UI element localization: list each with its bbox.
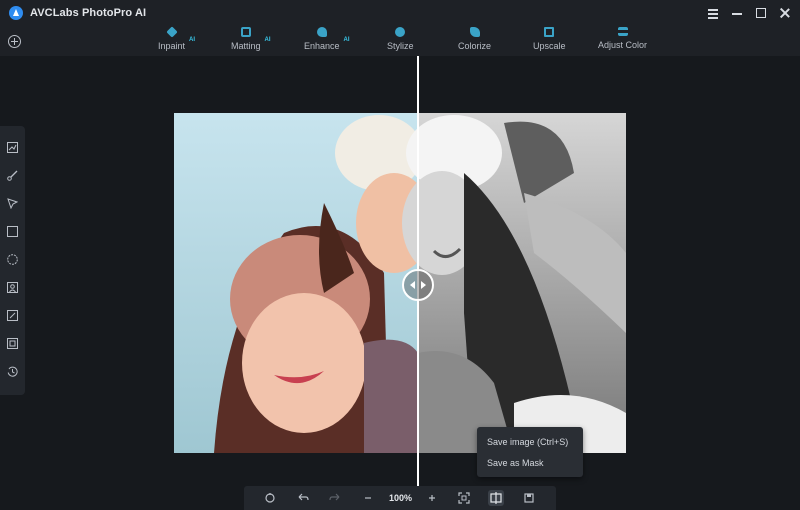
tab-colorize[interactable]: Colorize (458, 26, 491, 56)
brush-icon[interactable] (7, 170, 18, 181)
ai-badge: AI (189, 37, 196, 43)
adjust-color-icon (617, 27, 628, 36)
portrait-icon[interactable] (7, 282, 18, 293)
photo-canvas[interactable] (174, 113, 626, 453)
ai-badge: AI (343, 37, 350, 43)
history-icon[interactable] (7, 366, 18, 377)
window-controls (708, 0, 790, 26)
close-icon[interactable] (780, 8, 790, 18)
save-context-menu: Save image (Ctrl+S) Save as Mask (477, 427, 583, 477)
hamburger-menu-icon[interactable] (708, 8, 718, 19)
save-as-mask-menu-item[interactable]: Save as Mask (487, 458, 544, 468)
matting-icon (240, 27, 251, 37)
reset-icon[interactable] (262, 490, 278, 506)
tab-stylize[interactable]: Stylize (387, 26, 414, 56)
select-arrow-icon[interactable] (7, 198, 18, 209)
fit-screen-icon[interactable] (456, 490, 472, 506)
title-bar: AVCLabs PhotoPro AI (0, 0, 800, 26)
layers-icon[interactable] (7, 338, 18, 349)
redo-icon[interactable] (327, 490, 343, 506)
tab-adjust-color[interactable]: Adjust Color (598, 26, 647, 56)
save-icon[interactable] (521, 490, 537, 506)
auto-select-icon[interactable] (7, 310, 18, 321)
enhance-icon (316, 27, 327, 37)
compare-slider-handle[interactable] (402, 269, 434, 301)
app-logo-icon (9, 6, 23, 20)
compare-view-icon[interactable] (488, 490, 504, 506)
adjust-icon[interactable] (7, 142, 18, 153)
tab-matting[interactable]: Matting AI (231, 26, 271, 56)
tab-label: Upscale (533, 41, 566, 51)
upscale-icon (544, 27, 555, 37)
maximize-icon[interactable] (756, 8, 766, 18)
left-tool-rail (0, 126, 25, 395)
portrait-photo (174, 113, 626, 453)
tab-label: Enhance AI (304, 37, 350, 51)
zoom-in-icon[interactable] (424, 490, 440, 506)
tab-enhance[interactable]: Enhance AI (304, 26, 350, 56)
tab-inpaint[interactable]: Inpaint AI (158, 26, 196, 56)
bottom-toolbar: 100% (244, 486, 556, 510)
tab-label: Inpaint AI (158, 37, 196, 51)
save-image-menu-item[interactable]: Save image (Ctrl+S) (487, 437, 568, 447)
rectangle-select-icon[interactable] (7, 226, 18, 237)
tab-upscale[interactable]: Upscale (533, 26, 566, 56)
colorize-icon (469, 27, 480, 37)
zoom-level: 100% (389, 493, 413, 503)
minimize-icon[interactable] (732, 8, 742, 18)
ai-badge: AI (264, 37, 271, 43)
tab-label: Matting AI (231, 37, 271, 51)
stylize-icon (395, 27, 406, 37)
tab-label: Colorize (458, 41, 492, 51)
tab-label: Stylize (387, 41, 414, 51)
ellipse-select-icon[interactable] (7, 254, 18, 265)
feature-toolbar: Inpaint AI Matting AI Enhance AI Stylize Co… (0, 26, 800, 56)
tab-label: Adjust Color (598, 40, 648, 50)
undo-icon[interactable] (295, 490, 311, 506)
app-title: AVCLabs PhotoPro AI (30, 7, 147, 19)
add-image-button[interactable] (8, 35, 21, 48)
zoom-out-icon[interactable] (360, 490, 376, 506)
inpaint-icon (165, 26, 178, 38)
